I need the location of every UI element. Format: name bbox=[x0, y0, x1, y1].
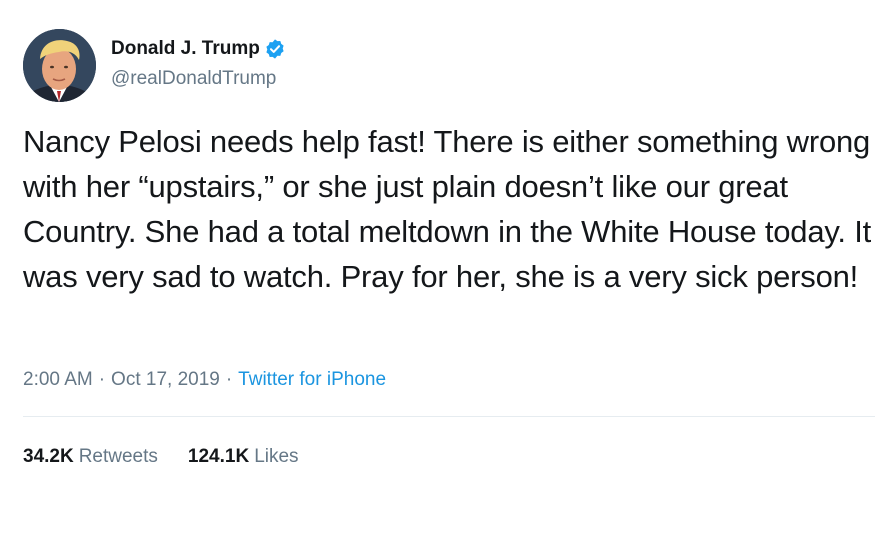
display-name[interactable]: Donald J. Trump bbox=[111, 37, 260, 61]
tweet-date[interactable]: Oct 17, 2019 bbox=[111, 369, 220, 390]
tweet-stats: 34.2K Retweets 124.1K Likes bbox=[23, 445, 329, 469]
likes-count: 124.1K bbox=[187, 446, 250, 467]
tweet-card: Donald J. Trump @realDonaldTrump Nancy P… bbox=[0, 0, 879, 544]
verified-badge-icon bbox=[264, 38, 286, 60]
meta-separator: · bbox=[225, 369, 233, 390]
tweet-text: Nancy Pelosi needs help fast! There is e… bbox=[23, 124, 872, 294]
retweets-label: Retweets bbox=[78, 446, 158, 467]
avatar[interactable] bbox=[23, 29, 96, 102]
meta-separator: · bbox=[98, 369, 106, 390]
retweets-count: 34.2K bbox=[23, 446, 74, 467]
author-name-row: Donald J. Trump bbox=[111, 37, 286, 61]
tweet-time[interactable]: 2:00 AM bbox=[23, 369, 93, 390]
tweet-meta: 2:00 AM · Oct 17, 2019 · Twitter for iPhone bbox=[23, 368, 386, 392]
user-handle[interactable]: @realDonaldTrump bbox=[111, 67, 276, 91]
avatar-image bbox=[23, 29, 96, 102]
tweet-source-link[interactable]: Twitter for iPhone bbox=[238, 369, 386, 390]
retweets-stat[interactable]: 34.2K Retweets bbox=[23, 445, 158, 469]
likes-stat[interactable]: 124.1K Likes bbox=[188, 445, 299, 469]
likes-label: Likes bbox=[254, 446, 299, 467]
divider bbox=[23, 416, 875, 417]
